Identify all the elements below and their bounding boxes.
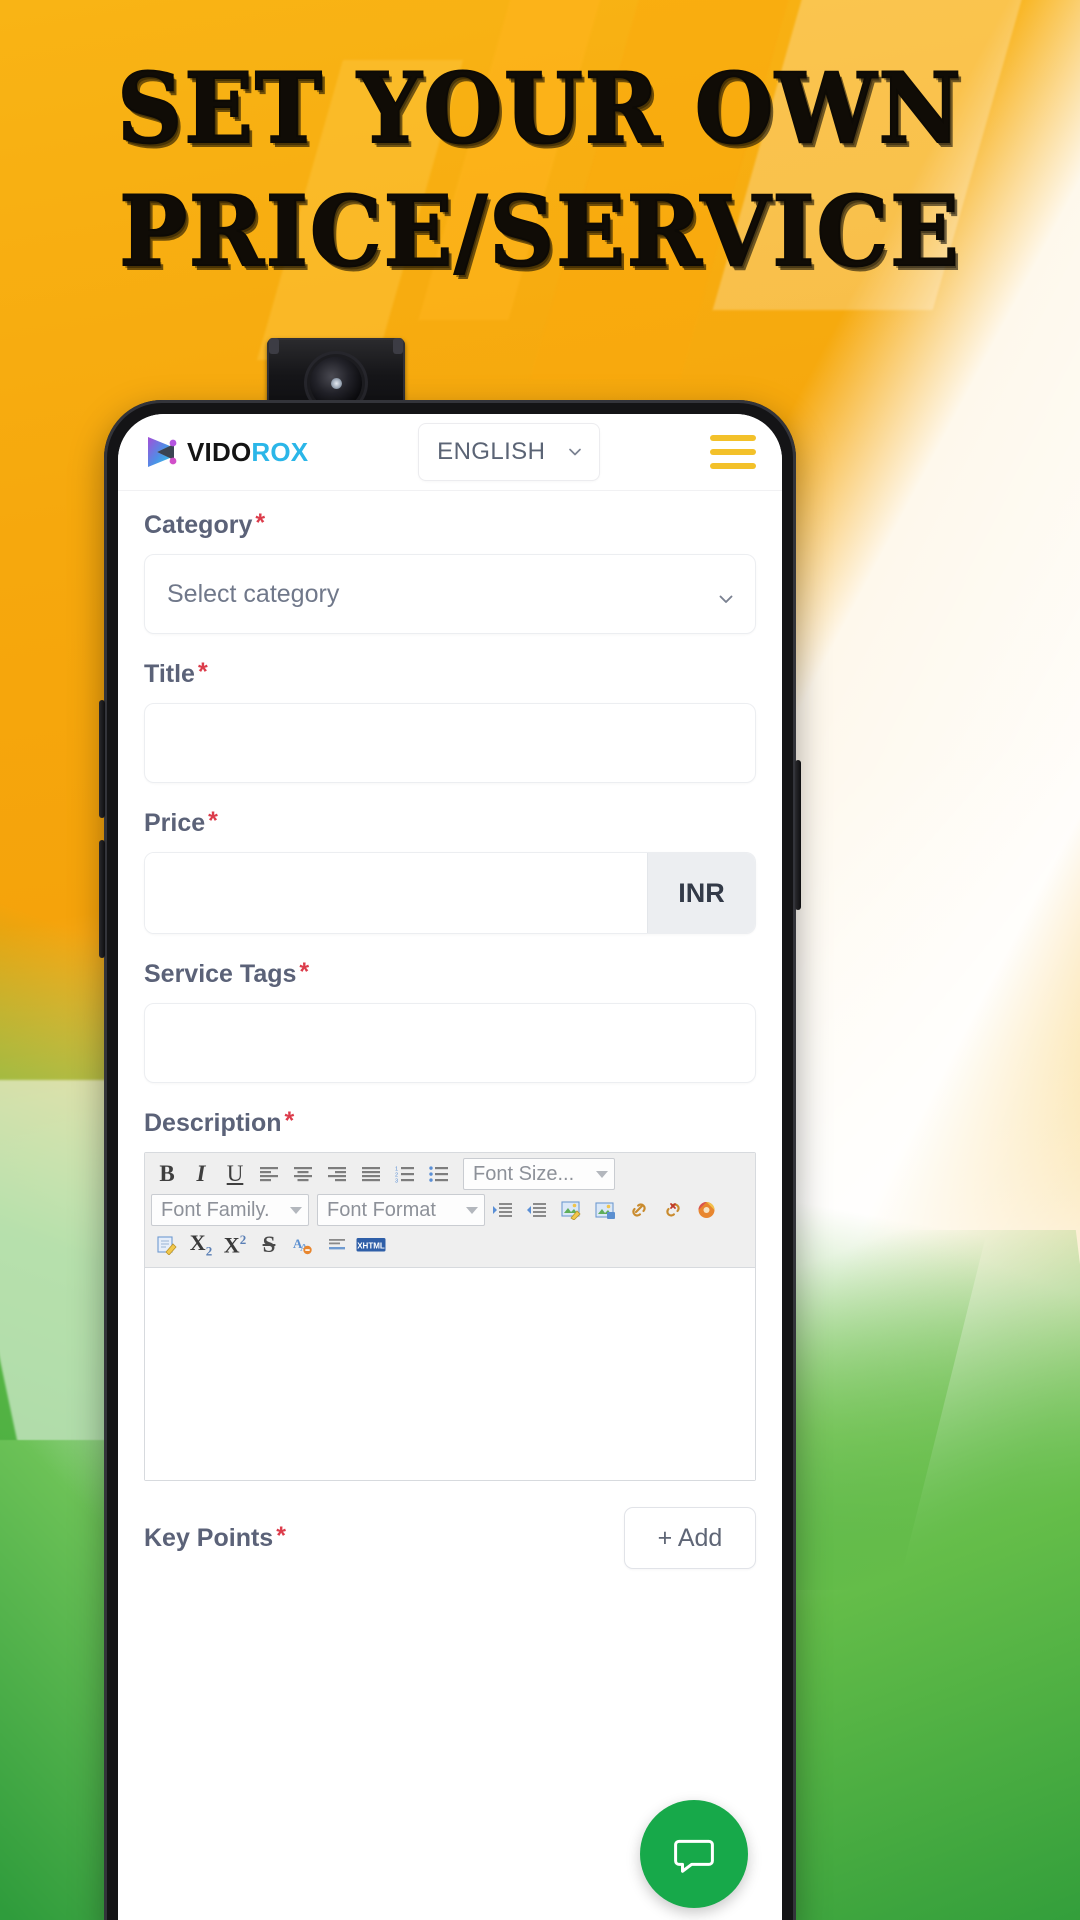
description-rich-text-editor: B I U 1 2 3 Font Size... Font Family. Fo… <box>144 1152 756 1481</box>
editor-toolbar-row-1: B I U 1 2 3 Font Size... <box>151 1158 749 1190</box>
svg-text:3: 3 <box>395 1178 398 1183</box>
svg-text:XHTML: XHTML <box>357 1241 385 1250</box>
language-selector[interactable]: ENGLISH <box>418 423 601 481</box>
caret-down-icon <box>290 1206 302 1214</box>
editor-toolbar-row-2: Font Family. Font Format <box>151 1194 749 1226</box>
required-asterisk: * <box>255 509 266 537</box>
strikethrough-icon[interactable]: S <box>253 1230 285 1260</box>
required-asterisk: * <box>197 658 208 686</box>
description-label-text: Description <box>144 1109 282 1137</box>
caret-down-icon <box>466 1206 478 1214</box>
font-size-select-value: Font Size... <box>473 1162 575 1185</box>
underline-icon[interactable]: U <box>219 1159 251 1189</box>
xhtml-source-icon[interactable]: XHTML <box>355 1230 387 1260</box>
required-asterisk: * <box>284 1107 295 1135</box>
superscript-icon[interactable]: X2 <box>219 1230 251 1260</box>
brand-logo[interactable]: VIDOROX <box>144 434 308 470</box>
price-input[interactable] <box>145 853 647 933</box>
align-right-icon[interactable] <box>321 1159 353 1189</box>
app-header: VIDOROX ENGLISH <box>118 414 782 490</box>
required-asterisk: * <box>208 807 218 835</box>
service-tags-label-text: Service Tags <box>144 960 297 988</box>
phone-mockup: VIDOROX ENGLISH Category * Select catego… <box>99 338 801 1920</box>
title-label-text: Title <box>144 660 195 688</box>
brand-name-part2: ROX <box>251 436 309 467</box>
chat-bubble-button[interactable] <box>640 1800 748 1908</box>
increase-indent-icon[interactable] <box>487 1195 519 1225</box>
price-input-group: INR <box>144 852 756 934</box>
editor-toolbar: B I U 1 2 3 Font Size... Font Family. Fo… <box>145 1153 755 1268</box>
field-title: Title * <box>144 660 756 783</box>
service-form: Category * Select category Title * Price… <box>118 490 782 1920</box>
description-label: Description * <box>144 1109 756 1138</box>
bulleted-list-icon[interactable] <box>423 1159 455 1189</box>
required-asterisk: * <box>276 1521 286 1550</box>
field-key-points: Key Points * + Add <box>144 1507 756 1569</box>
chevron-down-icon <box>717 586 733 603</box>
font-size-select[interactable]: Font Size... <box>463 1158 615 1190</box>
language-selector-value: ENGLISH <box>437 438 546 465</box>
category-select[interactable]: Select category <box>144 554 756 634</box>
service-tags-input[interactable] <box>144 1003 756 1083</box>
hamburger-bar <box>709 449 756 455</box>
insert-link-icon[interactable] <box>623 1195 655 1225</box>
power-button[interactable] <box>795 760 801 910</box>
volume-up-button[interactable] <box>99 700 105 818</box>
numbered-list-icon[interactable]: 123 <box>389 1159 421 1189</box>
title-input[interactable] <box>144 703 756 783</box>
insert-image-icon[interactable] <box>589 1195 621 1225</box>
category-select-placeholder: Select category <box>167 579 340 608</box>
caret-down-icon <box>596 1170 608 1178</box>
chevron-down-icon <box>567 444 583 460</box>
required-asterisk: * <box>299 958 310 986</box>
font-family-select[interactable]: Font Family. <box>151 1194 309 1226</box>
category-label-text: Category <box>144 511 253 539</box>
font-format-select-value: Font Format <box>327 1198 436 1221</box>
font-format-select[interactable]: Font Format <box>317 1194 485 1226</box>
phone-body: VIDOROX ENGLISH Category * Select catego… <box>99 400 801 1920</box>
font-family-select-value: Font Family. <box>161 1198 270 1221</box>
italic-icon[interactable]: I <box>185 1159 217 1189</box>
title-label: Title * <box>144 660 756 689</box>
hamburger-bar <box>709 435 756 441</box>
description-editor-body[interactable] <box>145 1268 755 1480</box>
align-left-icon[interactable] <box>253 1159 285 1189</box>
price-label-text: Price <box>144 809 206 837</box>
align-center-icon[interactable] <box>287 1159 319 1189</box>
key-points-label-text: Key Points <box>144 1523 274 1552</box>
unlink-icon[interactable] <box>657 1195 689 1225</box>
category-label: Category * <box>144 511 756 540</box>
phone-screen: VIDOROX ENGLISH Category * Select catego… <box>118 414 782 1920</box>
field-price: Price * INR <box>144 809 756 934</box>
price-label: Price * <box>144 809 756 838</box>
remove-format-icon[interactable]: A A <box>287 1230 319 1260</box>
brand-name: VIDOROX <box>187 437 308 468</box>
volume-down-button[interactable] <box>99 840 105 958</box>
hamburger-bar <box>709 463 756 469</box>
hamburger-menu-icon[interactable] <box>709 435 756 469</box>
chat-bubble-icon <box>674 1839 714 1873</box>
bold-icon[interactable]: B <box>151 1159 183 1189</box>
image-edit-icon[interactable] <box>555 1195 587 1225</box>
editor-toolbar-row-3: X2 X2 S A A <box>151 1230 749 1260</box>
decrease-indent-icon[interactable] <box>521 1195 553 1225</box>
text-color-icon[interactable] <box>691 1195 723 1225</box>
horizontal-rule-icon[interactable] <box>321 1230 353 1260</box>
add-key-point-button[interactable]: + Add <box>624 1507 756 1569</box>
field-service-tags: Service Tags * <box>144 960 756 1083</box>
align-justify-icon[interactable] <box>355 1159 387 1189</box>
field-description: Description * B I U 1 2 3 Font Size... F… <box>144 1109 756 1481</box>
price-currency-label: INR <box>647 853 755 933</box>
edit-source-icon[interactable] <box>151 1230 183 1260</box>
play-logo-icon <box>144 434 180 470</box>
brand-name-part1: VIDO <box>187 436 252 467</box>
key-points-label: Key Points * <box>144 1521 286 1553</box>
subscript-icon[interactable]: X2 <box>185 1230 217 1260</box>
field-category: Category * Select category <box>144 511 756 634</box>
service-tags-label: Service Tags * <box>144 960 756 989</box>
